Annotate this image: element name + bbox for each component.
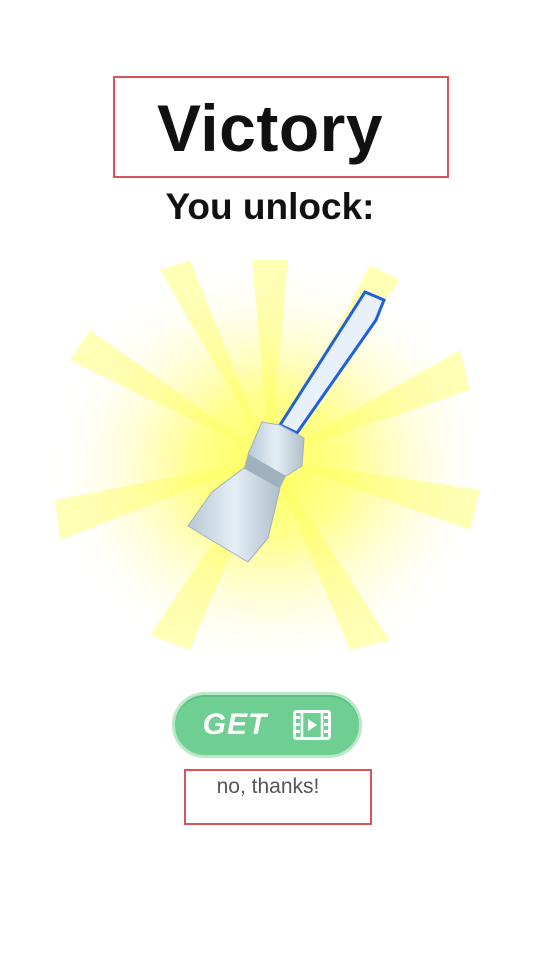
unlock-subtitle: You unlock: xyxy=(165,186,375,227)
video-ad-icon xyxy=(293,710,332,740)
get-button[interactable]: GET xyxy=(172,692,362,758)
victory-title: Victory xyxy=(156,91,384,165)
no-thanks-label[interactable]: no, thanks! xyxy=(184,775,352,799)
lightsaber-icon xyxy=(45,250,495,660)
victory-screen: Victory You unlock: GET no, thanks! xyxy=(0,0,540,960)
get-button-label: GET xyxy=(202,708,268,741)
reward-display xyxy=(40,240,500,660)
